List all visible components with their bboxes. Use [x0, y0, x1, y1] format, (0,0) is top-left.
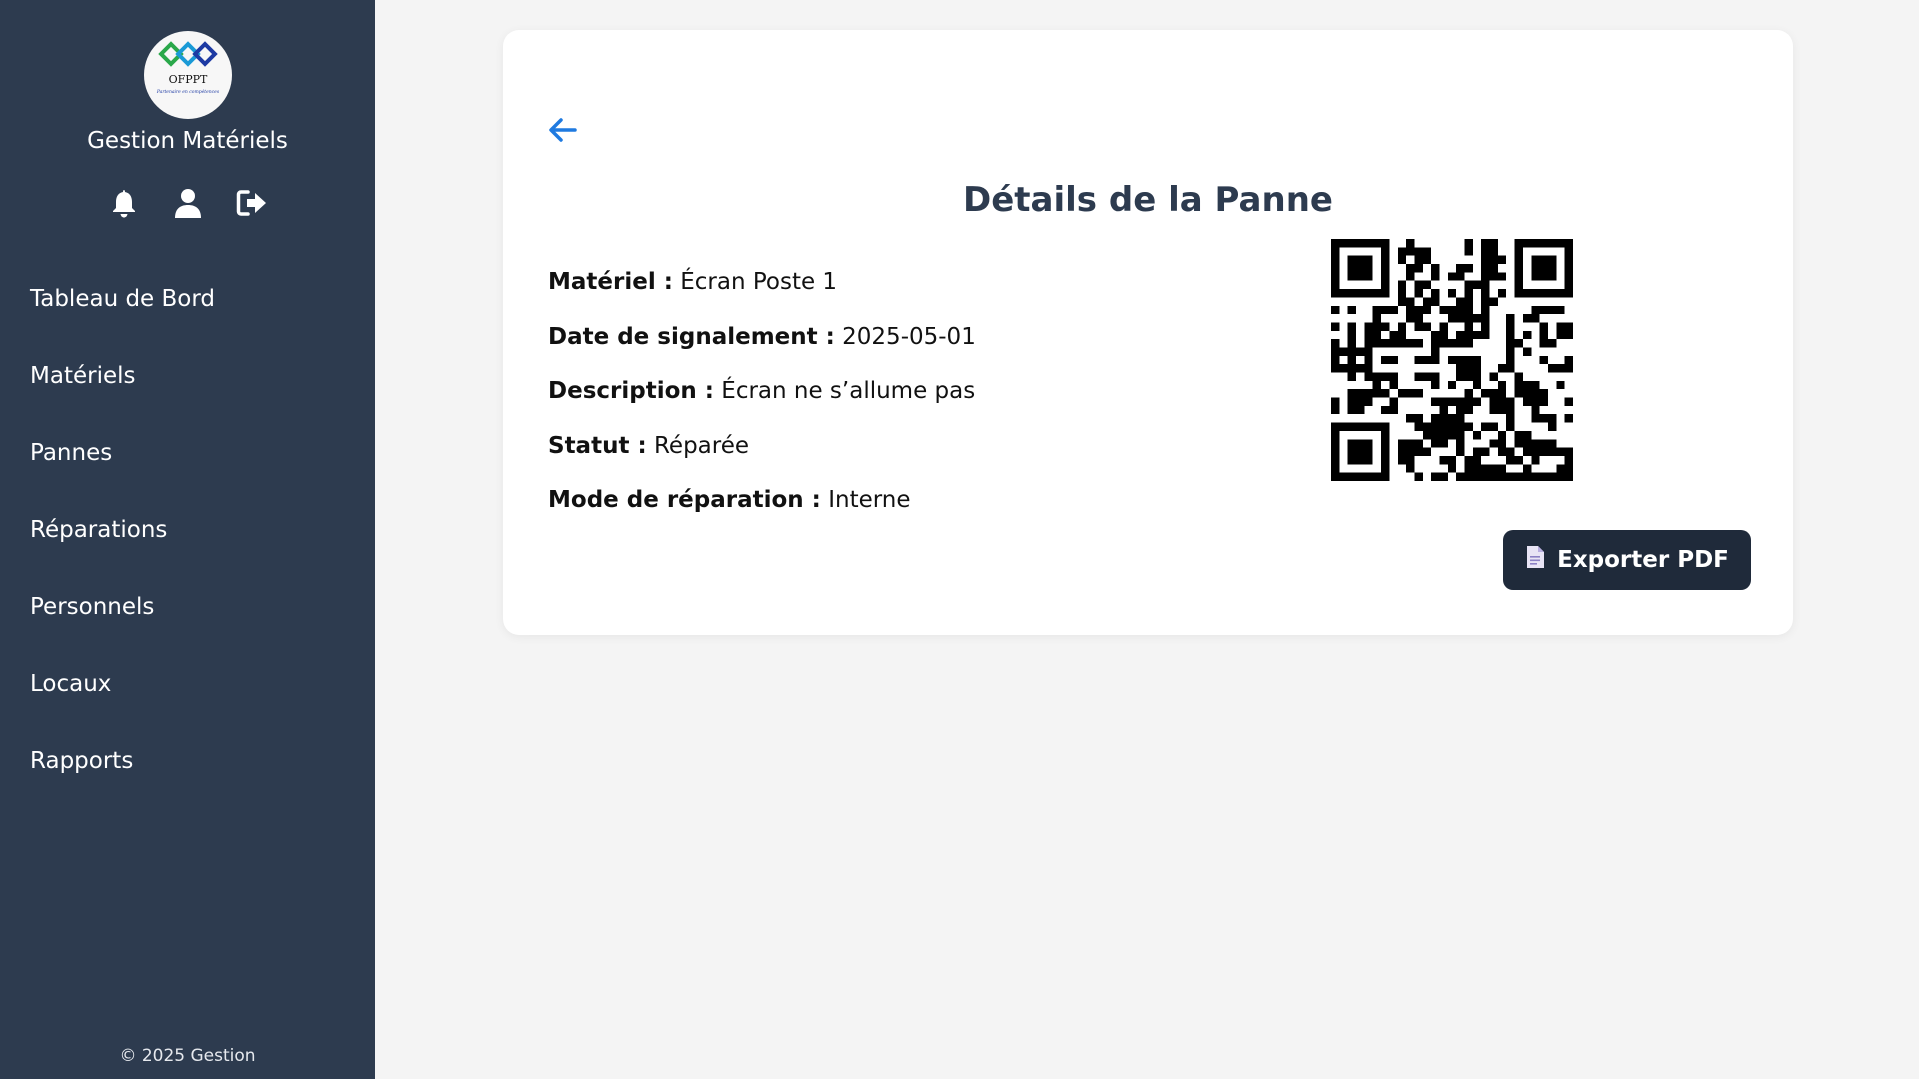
logo-tagline: Partenaire en compétences [156, 88, 220, 95]
user-icon[interactable] [172, 187, 204, 219]
sidebar-item-materiels[interactable]: Matériels [0, 337, 375, 414]
page-title: Détails de la Panne [963, 180, 1333, 220]
detail-label: Statut : [548, 432, 647, 459]
bell-icon[interactable] [108, 187, 140, 219]
detail-materiel: Matériel : Écran Poste 1 [548, 266, 976, 321]
sidebar-item-personnels[interactable]: Personnels [0, 568, 375, 645]
sidebar: OFPPT Partenaire en compétences Gestion … [0, 0, 375, 1079]
sidebar-item-tableau-de-bord[interactable]: Tableau de Bord [0, 260, 375, 337]
detail-mode-reparation: Mode de réparation : Interne [548, 484, 976, 539]
app-title: Gestion Matériels [87, 128, 288, 154]
detail-label: Description : [548, 378, 714, 404]
detail-description: Description : Écran ne s’allume pas [548, 375, 976, 430]
ofppt-logo: OFPPT Partenaire en compétences [144, 31, 232, 119]
sidebar-item-locaux[interactable]: Locaux [0, 645, 375, 722]
panne-details-list: Matériel : Écran Poste 1 Date de signale… [548, 266, 976, 539]
detail-label: Matériel : [548, 269, 673, 295]
main-content: Détails de la Panne Matériel : Écran Pos… [375, 0, 1919, 1079]
logo-text: OFPPT [169, 73, 208, 86]
panne-details-card: Détails de la Panne Matériel : Écran Pos… [503, 30, 1793, 635]
detail-statut: Statut : Réparée [548, 430, 976, 485]
detail-date-signalement: Date de signalement : 2025-05-01 [548, 321, 976, 376]
detail-label: Mode de réparation : [548, 487, 821, 513]
detail-value: Réparée [653, 432, 750, 459]
detail-value: Écran Poste 1 [680, 269, 838, 295]
header-icons [0, 187, 375, 219]
sidebar-footer: © 2025 Gestion [119, 1046, 256, 1066]
sidebar-item-rapports[interactable]: Rapports [0, 722, 375, 799]
logout-icon[interactable] [236, 187, 268, 219]
sidebar-nav: Tableau de Bord Matériels Pannes Réparat… [0, 260, 375, 799]
detail-value: Interne [828, 487, 911, 513]
app-root: OFPPT Partenaire en compétences Gestion … [0, 0, 1919, 1079]
export-pdf-button[interactable]: Exporter PDF [1503, 530, 1751, 590]
qr-code [1331, 239, 1573, 481]
sidebar-item-pannes[interactable]: Pannes [0, 414, 375, 491]
detail-label: Date de signalement : [548, 323, 835, 350]
detail-value: Écran ne s’allume pas [721, 378, 976, 404]
document-icon [1525, 545, 1545, 575]
sidebar-item-reparations[interactable]: Réparations [0, 491, 375, 568]
detail-value: 2025-05-01 [842, 323, 976, 350]
back-arrow-icon[interactable] [547, 114, 579, 146]
export-pdf-label: Exporter PDF [1557, 547, 1729, 573]
